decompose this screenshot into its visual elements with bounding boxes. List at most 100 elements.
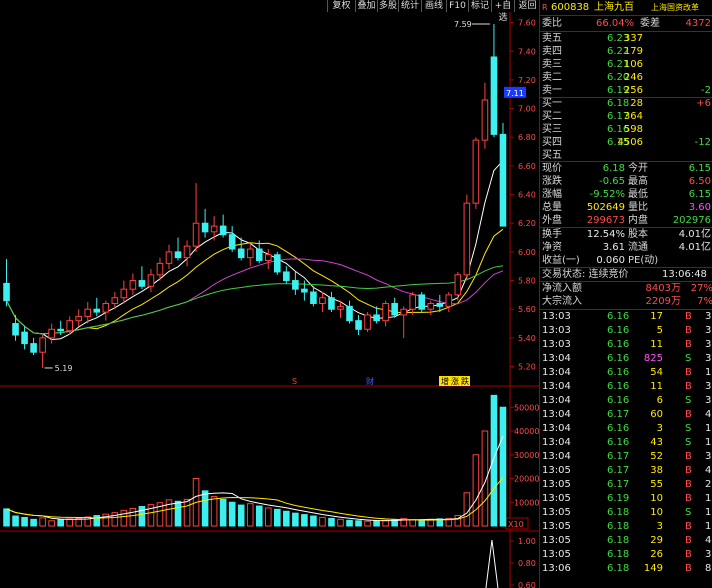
tick-row: 13:03 6.16 17 B 3 xyxy=(542,311,712,322)
volume-bar xyxy=(93,515,101,527)
market-prefix: R xyxy=(542,3,548,12)
candle xyxy=(382,300,389,327)
toolbar-button-2[interactable]: 多股 xyxy=(377,0,398,12)
candle xyxy=(102,300,110,321)
volume-multiplier: X10 xyxy=(508,520,524,529)
volume-bar xyxy=(21,516,28,527)
candle-body xyxy=(48,328,55,339)
toolbar: 复权 叠加 多股 统计 画线 F10 标记 +自选 返回 xyxy=(0,0,540,23)
bid-row: 买三 6.16 598 xyxy=(542,124,643,135)
candle-body xyxy=(30,343,37,353)
price-chart[interactable]: 7.60 7.40 7.20 7.00 6.80 6.60 6.40 6.20 6.00 5.80… xyxy=(0,0,539,588)
candle xyxy=(418,292,426,313)
candle xyxy=(310,286,317,307)
current-price-label: 7.11 xyxy=(506,89,524,98)
candle xyxy=(346,300,353,324)
candle-body xyxy=(75,315,83,322)
volume-bar xyxy=(3,508,10,527)
candle xyxy=(490,24,498,138)
volume-bar xyxy=(355,520,362,527)
candle xyxy=(481,82,489,149)
ask-row: 卖一 6.19 256 -2 xyxy=(542,85,711,96)
candle-body xyxy=(355,320,362,330)
volume-bar xyxy=(219,498,227,527)
volume-bar xyxy=(48,520,55,527)
tick-row: 13:04 6.16 6 S 3 xyxy=(542,395,712,406)
candle-body xyxy=(364,314,371,330)
ma40-line xyxy=(6,265,504,335)
candle-body xyxy=(111,297,119,304)
ask-row: 卖四 6.22 179 xyxy=(542,46,643,57)
toolbar-button-1[interactable]: 叠加 xyxy=(355,0,377,12)
tick-row: 13:05 6.19 10 B 1 xyxy=(542,493,712,504)
candle xyxy=(391,297,398,318)
candle xyxy=(165,244,173,270)
toolbar-button-0[interactable]: 复权 xyxy=(327,0,355,12)
candle-body xyxy=(472,139,480,204)
volume-bar xyxy=(472,454,480,527)
volume-bar xyxy=(310,515,317,527)
toolbar-button-6[interactable]: 标记 xyxy=(468,0,491,12)
candle-body xyxy=(255,248,263,261)
candle-body xyxy=(147,274,155,287)
flow-row: 净流入额 8403万 27% xyxy=(542,283,712,294)
ask-row: 卖五 6.23 337 xyxy=(542,33,643,44)
toolbar-button-8[interactable]: 返回 xyxy=(514,0,540,12)
volume-bar xyxy=(373,520,380,527)
candle xyxy=(319,292,326,313)
sub-tick-label: 0.60 xyxy=(518,581,536,588)
candle xyxy=(228,226,236,252)
quote-row: 外盘 299673 内盘 202976 xyxy=(542,215,711,226)
candle-body xyxy=(391,302,398,316)
event-marker[interactable]: 财 xyxy=(366,376,374,386)
toolbar-button-4[interactable]: 画线 xyxy=(421,0,446,12)
event-marker[interactable]: 涨 xyxy=(451,376,459,386)
volume-bar xyxy=(490,394,498,527)
candle xyxy=(48,323,55,344)
volume-bar xyxy=(328,517,335,527)
volume-bar xyxy=(346,519,353,527)
candle-body xyxy=(445,294,453,307)
volume-bar xyxy=(66,518,73,527)
toolbar-button-7[interactable]: +自选 xyxy=(491,0,514,23)
volume-bar xyxy=(409,519,417,527)
candle-body xyxy=(156,262,164,276)
event-marker[interactable]: 跌 xyxy=(461,376,469,386)
volume-bar xyxy=(292,512,299,527)
toolbar-button-5[interactable]: F10 xyxy=(446,0,468,12)
candle-body xyxy=(201,222,209,233)
ask-row: 卖二 6.20 246 xyxy=(542,72,643,83)
stock-header: R 600838 上海九百 上海国资改革 xyxy=(540,1,712,14)
event-marker[interactable]: 增 xyxy=(441,376,449,386)
concept-tag[interactable]: 上海国资改革 xyxy=(651,1,699,14)
volume-ma5-line xyxy=(6,436,504,522)
candle xyxy=(499,122,507,227)
volume-bar xyxy=(129,507,137,527)
tick-row: 13:046.16825S32 xyxy=(542,353,712,364)
candle xyxy=(147,269,155,293)
candle xyxy=(93,297,101,317)
price-tick-label: 5.40 xyxy=(518,334,536,343)
candle xyxy=(39,335,46,368)
candle-body xyxy=(499,133,507,227)
candle-body xyxy=(93,308,101,313)
candle-body xyxy=(292,280,299,290)
volume-bar xyxy=(120,509,128,527)
candle-body xyxy=(301,288,308,293)
candle xyxy=(292,271,299,295)
candle xyxy=(463,194,471,281)
volume-tick-label: 40000 xyxy=(514,427,539,436)
volume-tick-label: 20000 xyxy=(514,475,539,484)
volume-bar xyxy=(264,507,272,527)
candle xyxy=(129,273,137,295)
stats-row: 换手 12.54% 股本 4.01亿 xyxy=(542,229,711,240)
candle-body xyxy=(481,99,489,141)
ask-row: 卖三 6.21 106 xyxy=(542,59,643,70)
candle-body xyxy=(264,254,272,261)
candle-body xyxy=(382,302,389,322)
event-marker[interactable]: S xyxy=(292,377,297,386)
volume-tick-label: 30000 xyxy=(514,451,539,460)
toolbar-button-3[interactable]: 统计 xyxy=(398,0,421,12)
volume-tick-label: 50000 xyxy=(514,403,539,412)
candle-body xyxy=(319,297,326,304)
